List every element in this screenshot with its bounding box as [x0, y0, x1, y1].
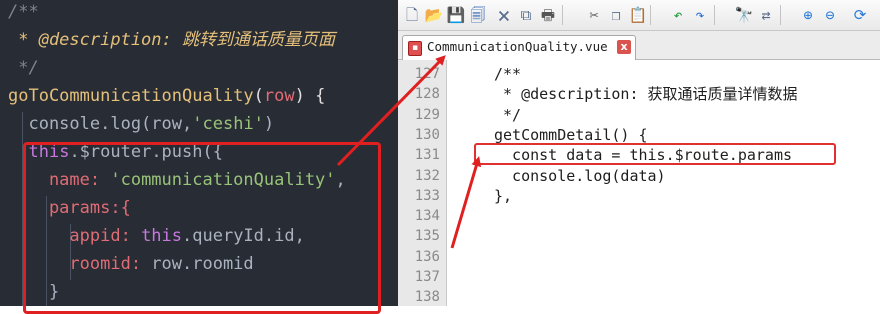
code-token: console.log(	[8, 114, 152, 134]
code-token: row	[263, 86, 295, 106]
print-icon[interactable]: 🖶	[538, 5, 558, 25]
line-number: 128	[414, 86, 440, 103]
toolbar-separator	[780, 5, 781, 25]
code-editor[interactable]: 127 128 129 130 131 132 133 134 135 136 137 138 /**…	[398, 60, 880, 306]
tab-bar: ▪ CommunicationQuality.vue x	[398, 31, 880, 60]
code-token: ,	[182, 114, 193, 134]
line-number: 130	[414, 126, 440, 143]
left-code-line: goToCommunicationQuality(row) {	[8, 82, 325, 110]
close-icon[interactable]: 🗙	[494, 5, 514, 25]
line-number: 137	[414, 269, 440, 285]
editor-code-line: /**	[494, 65, 522, 83]
save-icon[interactable]: 💾	[446, 5, 466, 25]
code-token: row	[151, 114, 183, 134]
replace-icon[interactable]: ⇄	[756, 5, 776, 25]
editor-code-line: * @description: 获取通话质量详情数据	[494, 85, 798, 104]
line-number: 127	[414, 66, 440, 82]
new-file-icon[interactable]: 🗋	[402, 5, 422, 25]
toolbar-separator	[650, 5, 651, 25]
code-token: * @description: 跳转到通话质量页面	[8, 30, 335, 50]
highlight-box-route-params	[474, 143, 836, 165]
editor-code-line: },	[494, 186, 513, 205]
undo-icon[interactable]: ↶	[668, 5, 688, 25]
toolbar: 🗋 📂 💾 🗐 🗙 ⧉ 🖶 ✂ ❐ 📋 ↶ ↷ 🔭 ⇄ ⊕ ⊖ ⟳	[398, 0, 880, 31]
line-number: 131	[414, 147, 440, 164]
paste-icon[interactable]: 📋	[628, 5, 648, 25]
tab-communicationquality-vue[interactable]: ▪ CommunicationQuality.vue x	[402, 35, 636, 60]
save-all-icon[interactable]: 🗐	[468, 5, 488, 25]
code-token: (	[253, 86, 264, 106]
sync-icon[interactable]: ⟳	[850, 5, 870, 25]
file-modified-icon: ▪	[408, 41, 422, 56]
highlight-box-router-push	[23, 142, 381, 314]
left-code-line: * @description: 跳转到通话质量页面	[8, 26, 335, 54]
line-number: 129	[414, 106, 440, 123]
toolbar-separator	[562, 5, 563, 25]
tab-close-icon[interactable]: x	[617, 40, 631, 54]
editor-code-line: getCommDetail() {	[494, 125, 648, 144]
find-icon[interactable]: 🔭	[734, 5, 754, 25]
tab-label: CommunicationQuality.vue	[427, 39, 608, 54]
open-file-icon[interactable]: 📂	[424, 5, 444, 25]
zoom-in-icon[interactable]: ⊕	[798, 5, 818, 25]
left-code-line: /**	[8, 0, 39, 26]
code-token: /**	[8, 2, 39, 22]
cut-icon[interactable]: ✂	[584, 5, 604, 25]
zoom-out-icon[interactable]: ⊖	[820, 5, 840, 25]
code-token: )	[263, 114, 275, 134]
line-number: 134	[414, 208, 440, 225]
editor-code-line: */	[494, 105, 522, 124]
copy-icon[interactable]: ❐	[606, 5, 626, 25]
toolbar-separator	[714, 5, 715, 25]
line-number: 133	[414, 187, 440, 204]
left-code-line: console.log(row,'ceshi')	[8, 110, 274, 138]
line-number: 132	[414, 167, 440, 184]
line-number-gutter: 127 128 129 130 131 132 133 134 135 136 137 138	[398, 60, 447, 306]
left-code-line: */	[8, 54, 39, 82]
line-number: 138	[414, 289, 440, 306]
code-token: goToCommunicationQuality	[8, 86, 254, 106]
line-number: 136	[414, 248, 440, 265]
redo-icon[interactable]: ↷	[690, 5, 710, 25]
code-token: ) {	[294, 86, 326, 106]
code-token: 'ceshi'	[192, 114, 264, 134]
line-number: 135	[414, 228, 440, 245]
editor-code-line: console.log(data)	[494, 166, 666, 185]
close-all-icon[interactable]: ⧉	[516, 5, 536, 25]
code-token: */	[8, 58, 39, 78]
